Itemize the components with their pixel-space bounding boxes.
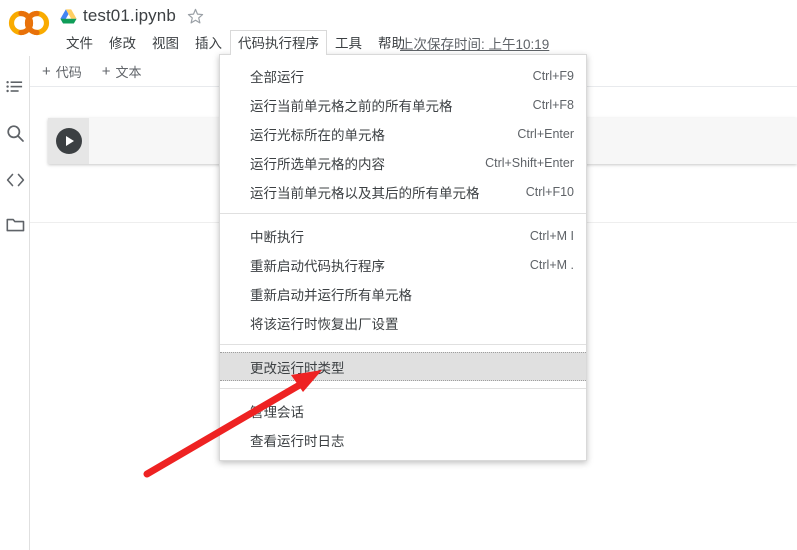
plus-icon: + [101, 62, 111, 80]
menu-item-runtime[interactable]: 代码执行程序 [230, 30, 327, 55]
menu-option-shortcut: Ctrl+F8 [532, 97, 574, 112]
sidebar-item-table-of-contents[interactable] [2, 75, 28, 101]
menu-item-insert[interactable]: 插入 [187, 30, 230, 55]
menu-option-label: 中断执行 [250, 229, 304, 245]
menu-option-label: 查看运行时日志 [250, 433, 345, 449]
sidebar-item-code-snippets[interactable] [2, 167, 28, 193]
add-code-label: 代码 [55, 64, 82, 80]
menu-option-view-runtime-logs[interactable]: 查看运行时日志 [220, 425, 586, 454]
left-icon-rail [0, 56, 30, 550]
menu-option-shortcut: Ctrl+F10 [525, 184, 574, 199]
document-title-row: test01.ipynb [60, 3, 204, 29]
menu-label: 文件 [66, 36, 93, 51]
app-header: test01.ipynb 文件 修改 视图 插入 代码执行程序 工具 帮助 上次… [0, 0, 797, 55]
menu-option-label: 运行所选单元格的内容 [250, 156, 385, 172]
menu-bar: 文件 修改 视图 插入 代码执行程序 工具 帮助 [58, 30, 413, 55]
menu-option-run-selection[interactable]: 运行所选单元格的内容 Ctrl+Shift+Enter [220, 148, 586, 177]
menu-separator [220, 213, 586, 214]
menu-option-shortcut: Ctrl+M I [529, 228, 574, 243]
add-text-cell-button[interactable]: + 文本 [102, 62, 142, 81]
plus-icon: + [42, 62, 51, 80]
menu-option-label: 运行光标所在的单元格 [250, 127, 385, 143]
runtime-dropdown-menu: 全部运行 Ctrl+F9 运行当前单元格之前的所有单元格 Ctrl+F8 运行光… [219, 54, 587, 461]
menu-label: 插入 [195, 36, 222, 51]
menu-item-file[interactable]: 文件 [58, 30, 101, 55]
menu-option-interrupt-execution[interactable]: 中断执行 Ctrl+M I [220, 221, 586, 250]
menu-option-restart-runtime[interactable]: 重新启动代码执行程序 Ctrl+M . [220, 250, 586, 279]
play-icon [66, 136, 74, 146]
page-title[interactable]: test01.ipynb [83, 6, 176, 26]
menu-option-change-runtime-type[interactable]: 更改运行时类型 [220, 352, 586, 381]
sidebar-item-search[interactable] [2, 120, 28, 146]
files-folder-icon [6, 217, 25, 233]
menu-option-manage-sessions[interactable]: 管理会话 [220, 396, 586, 425]
menu-item-edit[interactable]: 修改 [101, 30, 144, 55]
menu-item-view[interactable]: 视图 [144, 30, 187, 55]
menu-option-shortcut: Ctrl+M . [529, 257, 574, 272]
add-text-label: 文本 [115, 64, 142, 80]
menu-option-label: 运行当前单元格以及其后的所有单元格 [250, 185, 480, 201]
run-cell-button[interactable] [55, 128, 82, 154]
menu-option-label: 重新启动代码执行程序 [250, 258, 385, 274]
menu-option-label: 更改运行时类型 [250, 360, 345, 376]
menu-option-run-after[interactable]: 运行当前单元格以及其后的所有单元格 Ctrl+F10 [220, 177, 586, 206]
menu-separator [220, 388, 586, 389]
menu-option-label: 全部运行 [250, 69, 304, 85]
menu-option-restart-and-run-all[interactable]: 重新启动并运行所有单元格 [220, 279, 586, 308]
menu-option-run-focused-cell[interactable]: 运行光标所在的单元格 Ctrl+Enter [220, 119, 586, 148]
menu-option-run-all[interactable]: 全部运行 Ctrl+F9 [220, 61, 586, 90]
menu-option-label: 管理会话 [250, 404, 304, 420]
menu-option-label: 运行当前单元格之前的所有单元格 [250, 98, 453, 114]
menu-separator [220, 344, 586, 345]
menu-option-label: 重新启动并运行所有单元格 [250, 287, 412, 303]
google-drive-icon [60, 8, 83, 24]
menu-option-shortcut: Ctrl+F9 [532, 68, 574, 83]
menu-option-shortcut: Ctrl+Enter [517, 126, 574, 141]
menu-option-label: 将该运行时恢复出厂设置 [250, 316, 399, 332]
menu-label: 视图 [152, 36, 179, 51]
last-saved-status[interactable]: 上次保存时间: 上午10:19 [400, 33, 549, 53]
table-of-contents-icon [6, 79, 24, 97]
star-outline-icon[interactable] [176, 8, 204, 25]
search-icon [6, 124, 25, 143]
menu-label: 修改 [109, 36, 136, 51]
menu-option-shortcut: Ctrl+Shift+Enter [485, 155, 574, 170]
add-code-cell-button[interactable]: + 代码 [42, 62, 82, 81]
cell-gutter [48, 118, 89, 164]
sidebar-item-files[interactable] [2, 212, 28, 238]
menu-option-factory-reset-runtime[interactable]: 将该运行时恢复出厂设置 [220, 308, 586, 337]
menu-label: 工具 [335, 36, 362, 51]
code-snippets-icon [6, 172, 25, 188]
colab-notebook-window: test01.ipynb 文件 修改 视图 插入 代码执行程序 工具 帮助 上次… [0, 0, 797, 550]
colab-logo-icon[interactable] [8, 9, 50, 37]
menu-label: 代码执行程序 [238, 36, 319, 51]
menu-option-run-before[interactable]: 运行当前单元格之前的所有单元格 Ctrl+F8 [220, 90, 586, 119]
menu-item-tools[interactable]: 工具 [327, 30, 370, 55]
